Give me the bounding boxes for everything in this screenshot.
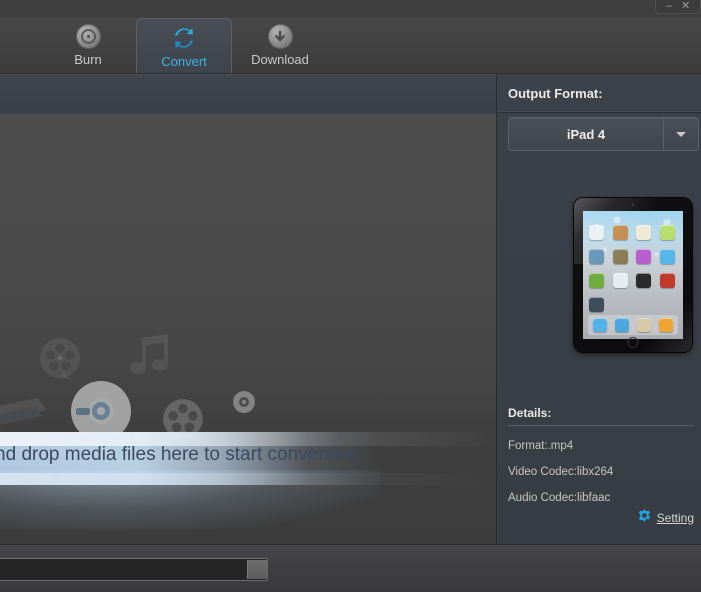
ipad-screen	[583, 211, 683, 339]
main-tab-bar: Burn Convert Download	[0, 18, 701, 74]
app-icon	[636, 249, 651, 264]
application-window: – ✕ Burn Convert Download nd drop media …	[0, 0, 701, 592]
setting-row: Setting	[508, 508, 694, 528]
app-icon	[659, 273, 675, 288]
app-icon	[659, 225, 675, 240]
title-bar: – ✕	[0, 0, 701, 18]
chevron-down-icon	[676, 131, 686, 137]
tab-burn-label: Burn	[74, 52, 102, 67]
bottom-toolbar: Open Folder Merge all videos into one Co…	[0, 544, 701, 592]
setting-link[interactable]: Setting	[657, 511, 694, 525]
drop-area-instruction: Drag and drop media files here to start …	[0, 444, 360, 465]
app-icon	[636, 225, 651, 240]
disc-icon	[75, 24, 101, 49]
file-action-toolbar	[0, 74, 496, 115]
dock-app-icon	[659, 318, 673, 332]
details-title: Details:	[508, 406, 694, 426]
app-icon	[612, 273, 628, 288]
output-format-panel: Output Format: iPad 4 Details: Format:.m…	[496, 74, 701, 544]
output-format-header: Output Format:	[497, 74, 701, 113]
output-format-title: Output Format:	[508, 85, 603, 101]
output-path-input[interactable]	[0, 558, 268, 581]
ipad-device-image	[574, 198, 692, 352]
details-audio-codec: Audio Codec:libfaac	[508, 492, 611, 504]
device-preview	[574, 198, 694, 354]
music-note-icon	[128, 332, 180, 389]
app-icon	[589, 273, 604, 288]
window-controls: – ✕	[655, 0, 701, 14]
format-select-value: iPad 4	[509, 118, 664, 150]
gear-icon	[637, 508, 652, 528]
browse-folder-button[interactable]	[247, 560, 267, 579]
minimize-button[interactable]: –	[666, 1, 672, 12]
app-icon	[636, 273, 651, 288]
mini-disc-icon	[232, 390, 256, 419]
tab-convert-label: Convert	[161, 54, 207, 69]
ipad-home-button-icon	[627, 337, 639, 348]
dock-app-icon	[593, 318, 607, 332]
app-icon	[659, 249, 675, 264]
format-select[interactable]: iPad 4	[508, 117, 699, 151]
details-section: Details: Format:.mp4 Video Codec:libx264…	[508, 406, 694, 504]
details-format: Format:.mp4	[508, 440, 574, 452]
tab-list: Burn Convert Download	[40, 18, 328, 73]
dock-app-icon	[615, 318, 629, 332]
app-icon	[589, 249, 604, 264]
tab-download[interactable]: Download	[232, 18, 328, 71]
format-dropdown-button[interactable]	[664, 118, 698, 150]
dock-app-icon	[637, 318, 651, 332]
ipad-camera-icon	[631, 203, 635, 207]
close-button[interactable]: ✕	[681, 1, 690, 12]
details-video-codec: Video Codec:libx264	[508, 466, 614, 478]
convert-arrows-icon	[171, 25, 197, 51]
file-drop-area[interactable]: Drag and drop media files here to start …	[0, 114, 496, 544]
download-arrow-icon	[267, 24, 293, 49]
tab-burn[interactable]: Burn	[40, 18, 136, 71]
app-icon	[612, 249, 628, 264]
app-icon	[589, 297, 604, 312]
tab-download-label: Download	[251, 52, 309, 67]
ipad-dock	[588, 315, 678, 335]
app-icon	[589, 225, 604, 240]
tab-convert[interactable]: Convert	[136, 18, 232, 73]
app-icon	[612, 225, 628, 240]
ipad-app-grid	[589, 225, 677, 312]
